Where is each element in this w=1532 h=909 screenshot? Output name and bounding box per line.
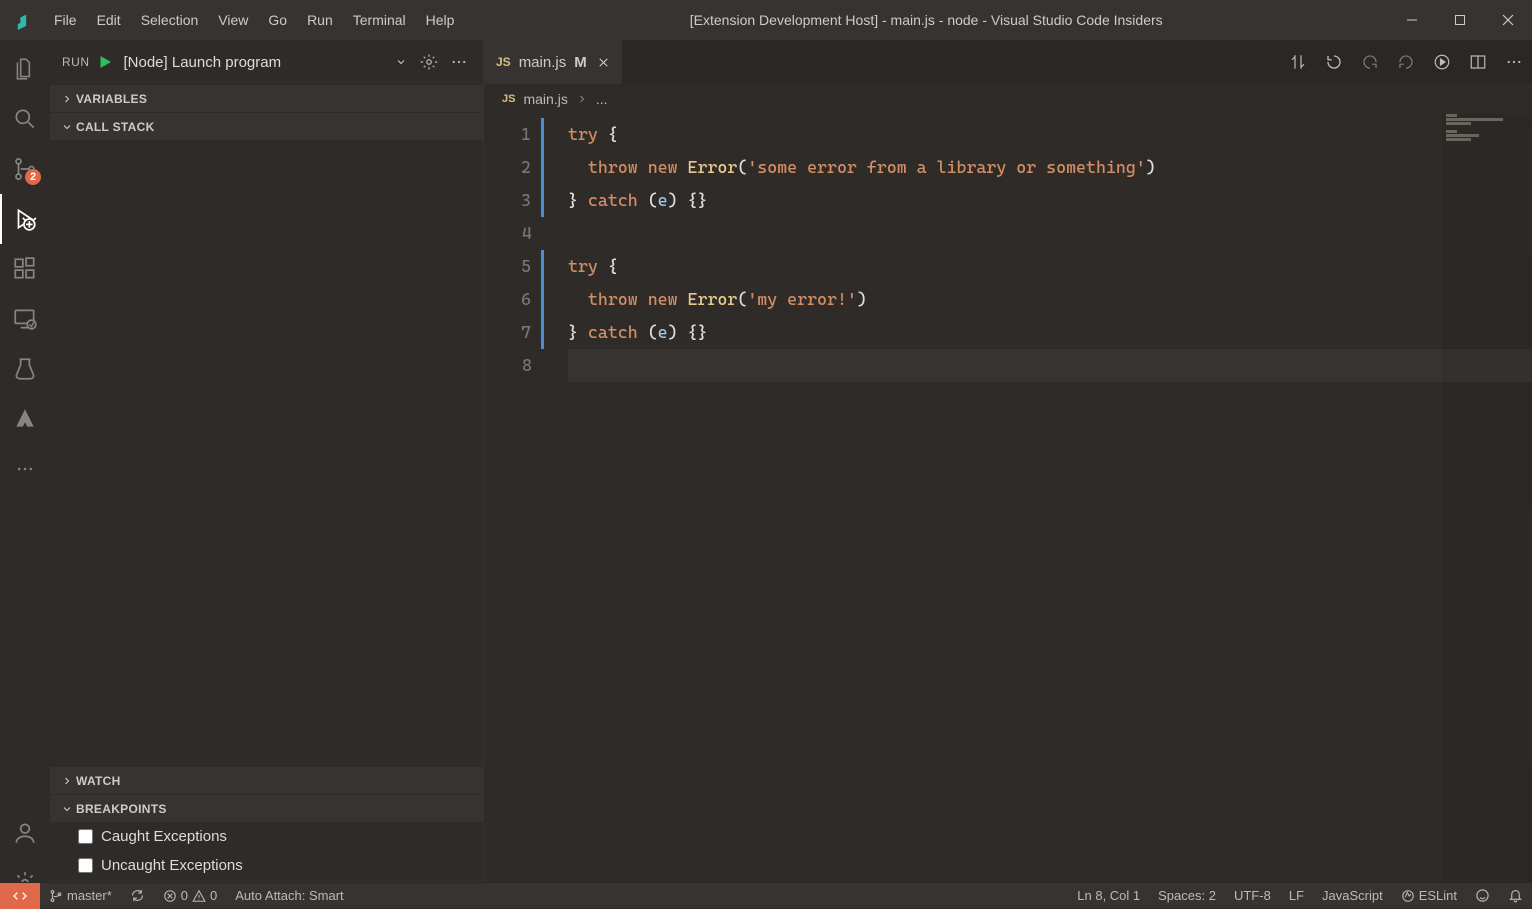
editor-region: JS main.js M JS main.js ... 12345678 [484, 40, 1532, 908]
azure-tab[interactable] [0, 394, 50, 444]
run-label: RUN [62, 55, 90, 69]
app-logo [0, 10, 44, 30]
status-encoding[interactable]: UTF-8 [1225, 883, 1280, 908]
section-callstack[interactable]: CALL STACK [50, 112, 483, 140]
chevron-right-icon [58, 775, 76, 787]
code-editor[interactable]: 12345678 try { throw new Error('some err… [484, 114, 1532, 908]
start-debug-button[interactable] [96, 53, 114, 71]
title-bar: File Edit Selection View Go Run Terminal… [0, 0, 1532, 40]
chevron-right-icon [58, 93, 76, 105]
source-control-tab[interactable]: 2 [0, 144, 50, 194]
window-controls [1388, 0, 1532, 40]
launch-config-select[interactable]: [Node] Launch program [120, 54, 412, 71]
menu-edit[interactable]: Edit [87, 0, 131, 40]
explorer-tab[interactable] [0, 44, 50, 94]
close-button[interactable] [1484, 0, 1532, 40]
section-label: VARIABLES [76, 92, 147, 106]
breakpoint-checkbox[interactable] [78, 858, 93, 873]
js-icon: JS [502, 93, 515, 105]
status-eol[interactable]: LF [1280, 883, 1313, 908]
chevron-down-icon [58, 803, 76, 815]
more-icon[interactable] [447, 53, 471, 71]
menu-selection[interactable]: Selection [131, 0, 209, 40]
line-gutter: 12345678 [484, 114, 544, 908]
tab-main-js[interactable]: JS main.js M [484, 40, 623, 84]
tab-modified-indicator: M [574, 54, 587, 71]
breakpoint-label: Uncaught Exceptions [101, 857, 243, 874]
sidebar-header: RUN [Node] Launch program [50, 40, 483, 84]
editor-tabs: JS main.js M [484, 40, 1532, 84]
section-variables[interactable]: VARIABLES [50, 84, 483, 112]
minimize-button[interactable] [1388, 0, 1436, 40]
window-title: [Extension Development Host] - main.js -… [464, 12, 1388, 28]
status-auto-attach[interactable]: Auto Attach: Smart [226, 883, 352, 908]
section-watch[interactable]: WATCH [50, 766, 483, 794]
status-problems[interactable]: 0 0 [154, 883, 226, 908]
menu-terminal[interactable]: Terminal [343, 0, 416, 40]
menu-go[interactable]: Go [258, 0, 297, 40]
activity-bar: 2 [0, 40, 50, 908]
run-debug-tab[interactable] [0, 194, 50, 244]
navigate-forward-icon[interactable] [1388, 40, 1424, 84]
breakpoint-uncaught[interactable]: Uncaught Exceptions [50, 851, 483, 880]
section-label: CALL STACK [76, 120, 155, 134]
compare-changes-icon[interactable] [1280, 40, 1316, 84]
status-feedback[interactable] [1466, 883, 1499, 908]
split-editor-icon[interactable] [1460, 40, 1496, 84]
breadcrumb-filename: main.js [523, 91, 567, 107]
breadcrumb[interactable]: JS main.js ... [484, 84, 1532, 114]
extensions-tab[interactable] [0, 244, 50, 294]
menu-view[interactable]: View [208, 0, 258, 40]
menu-help[interactable]: Help [416, 0, 465, 40]
tab-filename: main.js [519, 54, 567, 71]
search-tab[interactable] [0, 94, 50, 144]
remote-indicator[interactable] [0, 883, 40, 909]
overflow-tab[interactable] [0, 444, 50, 494]
breakpoint-label: Caught Exceptions [101, 828, 227, 845]
status-position[interactable]: Ln 8, Col 1 [1068, 883, 1149, 908]
remote-explorer-tab[interactable] [0, 294, 50, 344]
status-bell[interactable] [1499, 883, 1532, 908]
accounts-button[interactable] [0, 808, 50, 858]
breadcrumb-symbol: ... [596, 91, 608, 107]
section-label: WATCH [76, 774, 121, 788]
js-icon: JS [496, 55, 511, 69]
revert-icon[interactable] [1316, 40, 1352, 84]
section-label: BREAKPOINTS [76, 802, 167, 816]
debug-sidebar: RUN [Node] Launch program VARIABLES [50, 40, 484, 908]
breakpoint-checkbox[interactable] [78, 829, 93, 844]
maximize-button[interactable] [1436, 0, 1484, 40]
status-sync[interactable] [121, 883, 154, 908]
section-breakpoints[interactable]: BREAKPOINTS [50, 794, 483, 822]
launch-config-label: [Node] Launch program [124, 54, 282, 71]
menu-run[interactable]: Run [297, 0, 343, 40]
testing-tab[interactable] [0, 344, 50, 394]
more-actions-icon[interactable] [1496, 40, 1532, 84]
status-branch[interactable]: master* [40, 883, 121, 908]
run-file-icon[interactable] [1424, 40, 1460, 84]
gear-icon[interactable] [417, 53, 441, 71]
menu-bar: File Edit Selection View Go Run Terminal… [44, 0, 464, 40]
close-icon[interactable] [595, 56, 612, 69]
navigate-back-icon[interactable] [1352, 40, 1388, 84]
status-lang[interactable]: JavaScript [1313, 883, 1392, 908]
chevron-down-icon [58, 121, 76, 133]
scm-badge: 2 [25, 169, 41, 185]
breakpoint-caught[interactable]: Caught Exceptions [50, 822, 483, 851]
code-area[interactable]: try { throw new Error('some error from a… [544, 114, 1532, 908]
status-spaces[interactable]: Spaces: 2 [1149, 883, 1225, 908]
status-eslint[interactable]: ESLint [1392, 883, 1466, 908]
status-bar: master* 0 0 Auto Attach: Smart Ln 8, Col… [0, 882, 1532, 908]
minimap[interactable] [1442, 114, 1532, 908]
menu-file[interactable]: File [44, 0, 87, 40]
